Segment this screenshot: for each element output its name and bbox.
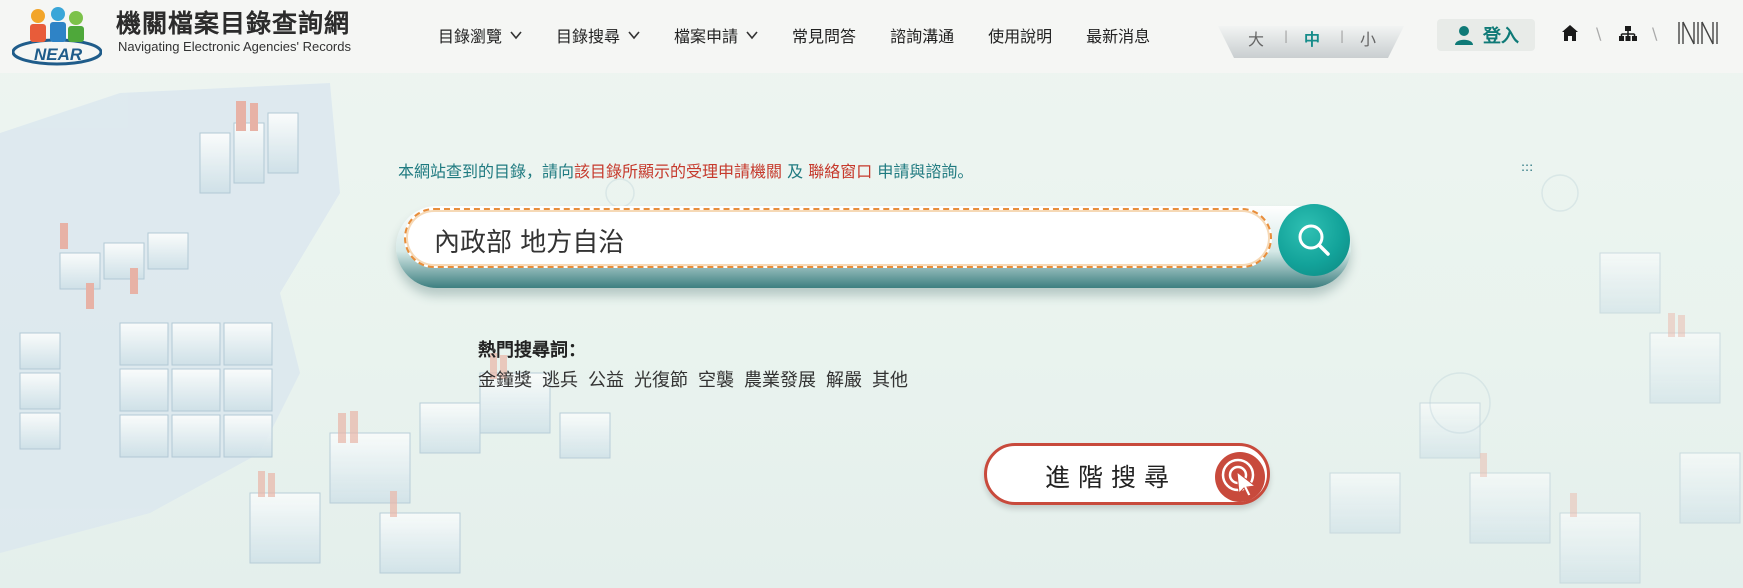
nav-item-search[interactable]: 目錄搜尋 (556, 23, 640, 47)
font-size-switcher: 大 | 中 | 小 (1218, 22, 1404, 58)
hot-keywords-list: 金鐘獎 逃兵 公益 光復節 空襲 農業發展 解嚴 其他 (478, 366, 918, 392)
background-illustration (0, 83, 1741, 584)
hot-keyword[interactable]: 金鐘獎 (478, 366, 532, 392)
login-label: 登入 (1483, 26, 1519, 47)
site-subtitle: Navigating Electronic Agencies' Records (118, 39, 351, 54)
hot-keyword[interactable]: 逃兵 (542, 366, 578, 392)
hot-keyword[interactable]: 光復節 (634, 366, 688, 392)
site-header: NEAR 機關檔案目錄查詢網 Navigating Electronic Age… (0, 0, 1743, 73)
site-title[interactable]: 機關檔案目錄查詢網 (116, 4, 350, 40)
nav-item-faq[interactable]: 常見問答 (792, 23, 856, 47)
search-bar (396, 196, 1351, 294)
main-nav: 目錄瀏覽 目錄搜尋 檔案申請 常見問答 諮詢溝通 使用說明 最新消息 (438, 22, 1184, 48)
search-button[interactable] (1278, 204, 1350, 276)
apply-notice: 本網站查到的目錄，請向該目錄所顯示的受理申請機關 及 聯絡窗口 申請與諮詢。 (398, 162, 974, 181)
cursor-click-icon (1215, 452, 1265, 502)
login-button[interactable]: 登入 (1437, 19, 1535, 51)
nav-item-browse[interactable]: 目錄瀏覽 (438, 23, 522, 47)
nav-item-consult[interactable]: 諮詢溝通 (890, 23, 954, 47)
svg-text:NEAR: NEAR (34, 45, 83, 64)
nav-item-apply[interactable]: 檔案申請 (674, 23, 758, 47)
header-separator: \ (1652, 24, 1658, 43)
header-separator: \ (1596, 24, 1602, 43)
font-size-separator: | (1340, 29, 1345, 43)
user-icon (1455, 26, 1473, 45)
home-icon[interactable] (1561, 24, 1579, 42)
sitemap-icon[interactable] (1618, 24, 1638, 42)
font-size-separator: | (1284, 29, 1289, 43)
advanced-search-label: 進階搜尋 (1045, 463, 1178, 492)
nara-logo-icon[interactable] (1676, 20, 1722, 46)
near-logo[interactable]: NEAR (12, 4, 102, 66)
chevron-down-icon (746, 31, 758, 40)
nav-item-news[interactable]: 最新消息 (1086, 23, 1150, 47)
font-size-large[interactable]: 大 (1248, 26, 1264, 50)
accesskey-marker[interactable]: ::: (1521, 160, 1533, 174)
chevron-down-icon (628, 31, 640, 40)
advanced-search-button[interactable]: 進階搜尋 (984, 443, 1270, 505)
hot-keyword[interactable]: 空襲 (698, 366, 734, 392)
hot-keyword[interactable]: 公益 (588, 366, 624, 392)
hot-keyword[interactable]: 其他 (872, 366, 908, 392)
hot-keywords-title: 熱門搜尋詞： (478, 340, 586, 361)
font-size-medium[interactable]: 中 (1304, 26, 1320, 50)
chevron-down-icon (510, 31, 522, 40)
hot-keyword[interactable]: 解嚴 (826, 366, 862, 392)
font-size-small[interactable]: 小 (1360, 26, 1376, 50)
hot-keyword[interactable]: 農業發展 (744, 366, 816, 392)
search-input-frame (404, 208, 1272, 268)
nav-item-guide[interactable]: 使用說明 (988, 23, 1052, 47)
search-input[interactable] (434, 218, 1234, 262)
search-icon (1298, 224, 1330, 256)
